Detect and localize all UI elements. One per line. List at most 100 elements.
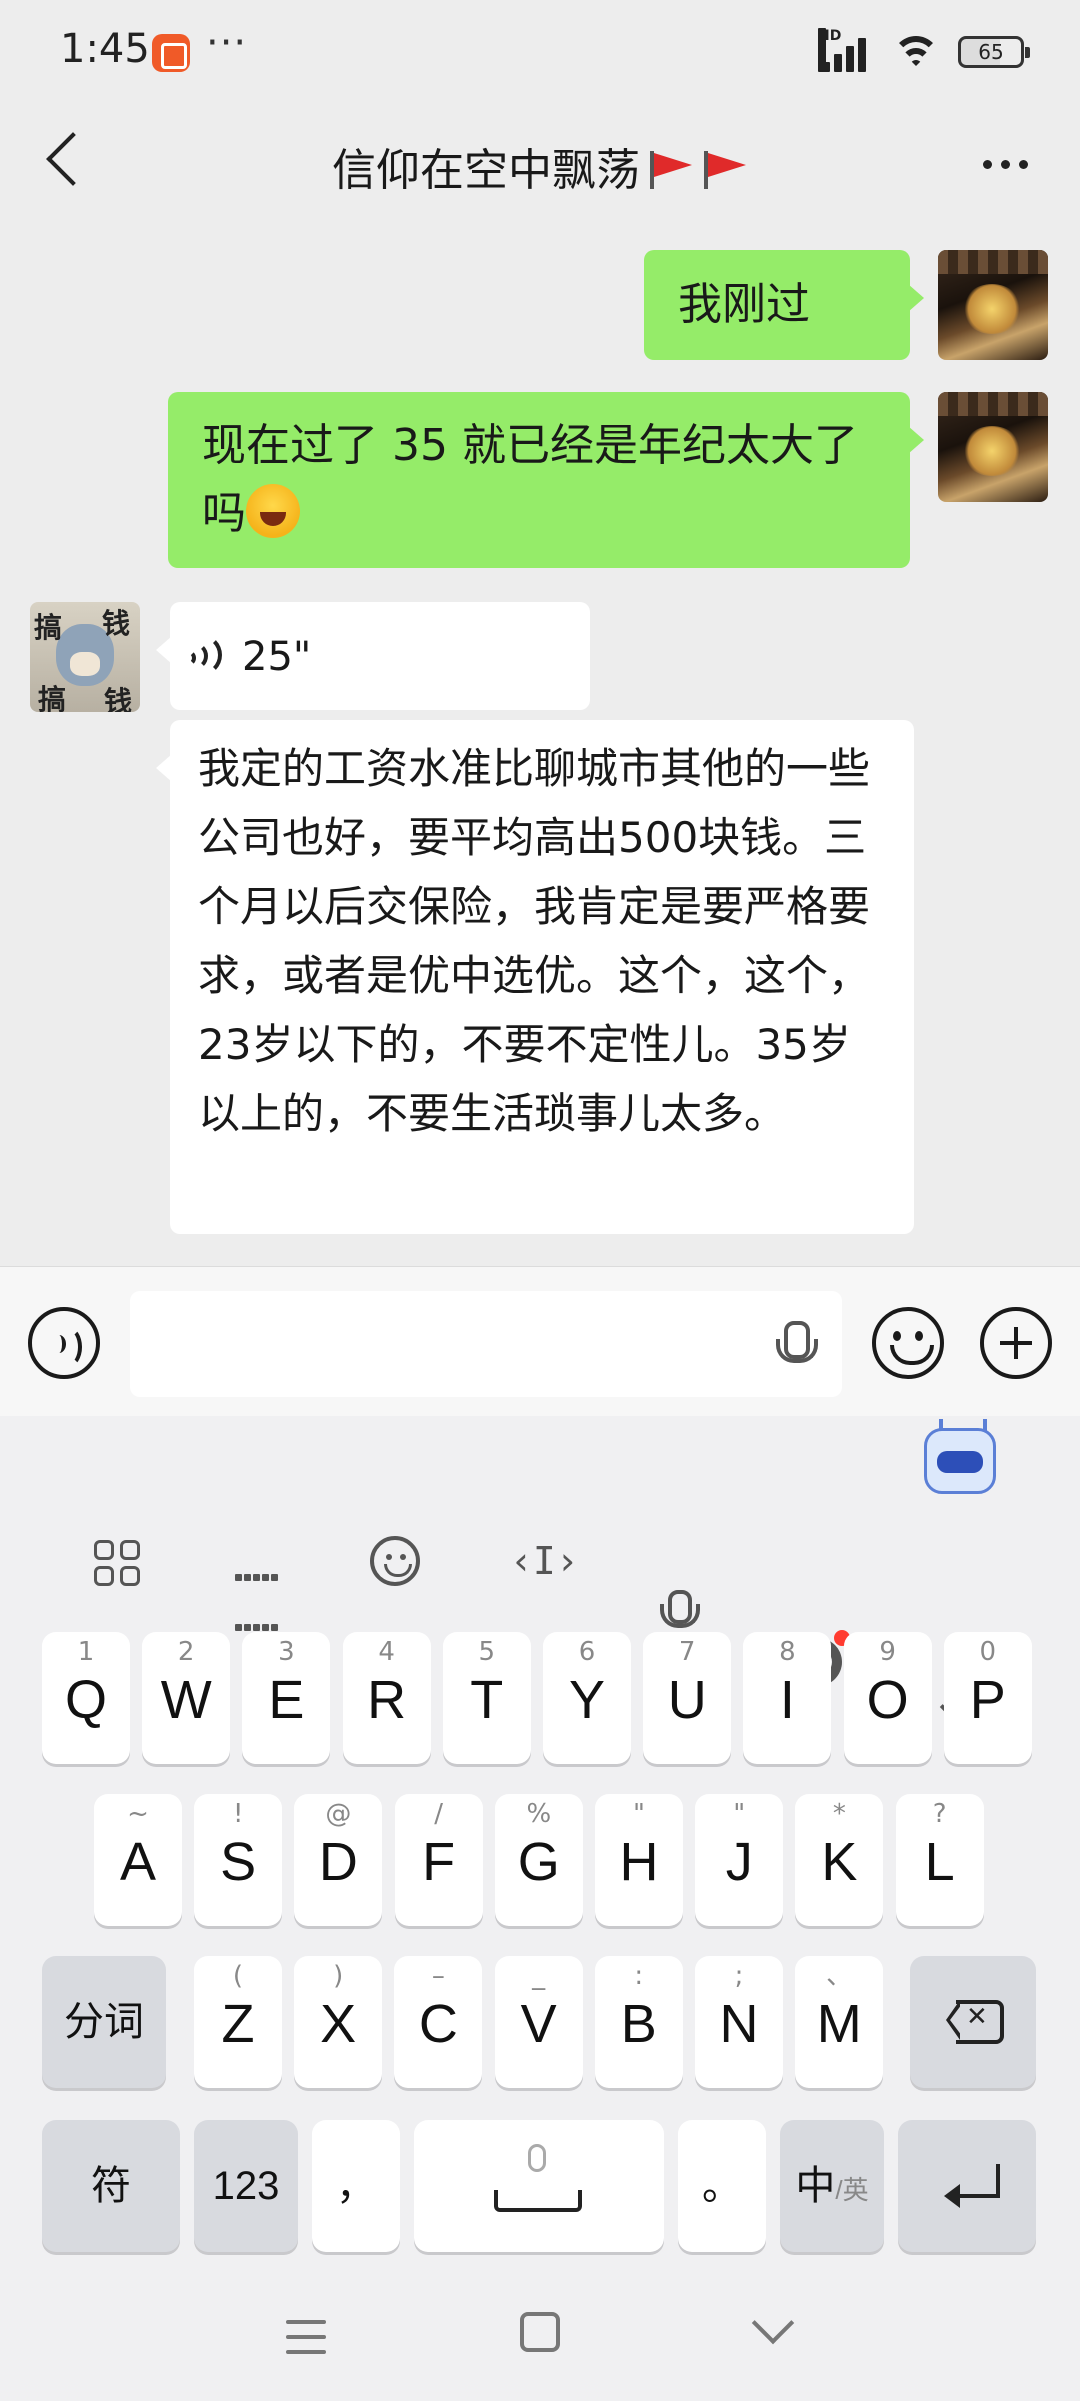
contact-avatar[interactable]: 搞 钱 搞 钱 bbox=[30, 602, 140, 712]
system-nav-bar bbox=[0, 2270, 1080, 2401]
key-a[interactable]: ~ A bbox=[94, 1794, 182, 1926]
key-secondary-label: ! bbox=[232, 1799, 244, 1829]
key-secondary-label: : bbox=[634, 1961, 644, 1991]
key-l[interactable]: ? L bbox=[895, 1794, 984, 1926]
message-input[interactable] bbox=[130, 1291, 842, 1397]
key-secondary-label: 5 bbox=[478, 1637, 496, 1667]
key-k[interactable]: * K bbox=[795, 1794, 884, 1926]
space-mic-icon bbox=[528, 2144, 546, 2172]
key-v[interactable]: _ V bbox=[494, 1956, 583, 2088]
key-o[interactable]: 9O bbox=[843, 1632, 932, 1764]
key-primary-label: C bbox=[418, 1994, 458, 2054]
text-cursor-icon[interactable]: ‹I› bbox=[510, 1536, 579, 1586]
key-primary-label: W bbox=[160, 1670, 212, 1730]
space-key[interactable] bbox=[414, 2120, 664, 2252]
number-key[interactable]: 123 bbox=[194, 2120, 298, 2252]
chat-title: 信仰在空中飘荡 bbox=[0, 134, 1080, 198]
message-list[interactable]: 我刚过 35 现在过了 35 就已经是年纪太大了吗 搞 钱 搞 钱 25" 我定… bbox=[0, 228, 1080, 1266]
key-primary-label: K bbox=[821, 1832, 858, 1892]
self-avatar[interactable] bbox=[938, 250, 1048, 360]
key-secondary-label: 1 bbox=[77, 1637, 95, 1667]
emoji-button[interactable] bbox=[872, 1307, 944, 1379]
home-icon[interactable] bbox=[520, 2312, 560, 2352]
key-d[interactable]: @ D bbox=[294, 1794, 383, 1926]
segment-key[interactable]: 分词 bbox=[42, 1956, 166, 2088]
back-nav-icon[interactable] bbox=[751, 2301, 795, 2345]
key-secondary-label: 2 bbox=[177, 1637, 195, 1667]
wifi-icon bbox=[892, 32, 940, 72]
key-primary-label: P bbox=[969, 1670, 1006, 1730]
app-notification-icon bbox=[152, 34, 190, 72]
enter-key[interactable] bbox=[898, 2120, 1036, 2252]
key-j[interactable]: " J bbox=[695, 1794, 784, 1926]
key-primary-label: U bbox=[667, 1670, 707, 1730]
backspace-icon-body bbox=[944, 2000, 1004, 2044]
recent-apps-icon[interactable] bbox=[286, 2320, 326, 2354]
key-y[interactable]: 6Y bbox=[543, 1632, 631, 1764]
backspace-key[interactable] bbox=[910, 1956, 1036, 2088]
key-secondary-label: ) bbox=[333, 1961, 344, 1991]
key-w[interactable]: 2W bbox=[142, 1632, 231, 1764]
apps-grid-icon[interactable] bbox=[88, 1536, 144, 1586]
key-f[interactable]: / F bbox=[394, 1794, 483, 1926]
key-e[interactable]: 3E bbox=[242, 1632, 331, 1764]
key-label: 符 bbox=[91, 2164, 131, 2208]
language-switch-key[interactable]: 中/英 bbox=[780, 2120, 884, 2252]
self-avatar[interactable] bbox=[938, 392, 1048, 502]
message-bubble-self[interactable]: 我刚过 35 bbox=[644, 250, 924, 440]
key-n[interactable]: ; N bbox=[695, 1956, 783, 2088]
space-icon bbox=[494, 2190, 582, 2212]
avatar-text: 搞 bbox=[34, 611, 63, 644]
key-primary-label: Z bbox=[221, 1994, 255, 2054]
key-primary-label: R bbox=[367, 1670, 407, 1730]
key-primary-label: F bbox=[422, 1832, 456, 1892]
key-i[interactable]: 8I bbox=[743, 1632, 832, 1764]
key-c[interactable]: – C bbox=[394, 1956, 483, 2088]
key-x[interactable]: ) X bbox=[294, 1956, 383, 2088]
key-u[interactable]: 7U bbox=[643, 1632, 732, 1764]
key-secondary-label: ; bbox=[734, 1961, 744, 1991]
message-bubble-other[interactable]: 我定的工资水准比聊城市其他的一些公司也好，要平均高出500块钱。三个月以后交保险… bbox=[156, 720, 914, 1234]
keyboard-layout-icon[interactable] bbox=[228, 1536, 284, 1631]
key-p[interactable]: 0P bbox=[943, 1632, 1032, 1764]
red-flag-icon bbox=[698, 149, 748, 189]
key-q[interactable]: 1Q bbox=[42, 1632, 130, 1764]
key-primary-label: M bbox=[816, 1994, 862, 2054]
assistant-robot-icon[interactable] bbox=[924, 1419, 996, 1494]
key-s[interactable]: ! S bbox=[194, 1794, 283, 1926]
key-secondary-label: _ bbox=[532, 1961, 546, 1991]
key-primary-label: O bbox=[866, 1670, 909, 1730]
key-r[interactable]: 4R bbox=[342, 1632, 431, 1764]
key-primary-label: T bbox=[470, 1670, 504, 1730]
voice-message-bubble[interactable]: 25" bbox=[156, 602, 590, 710]
key-primary-label: L bbox=[924, 1832, 955, 1892]
key-secondary-label: % bbox=[526, 1799, 552, 1829]
comma-key[interactable]: ， bbox=[312, 2120, 400, 2252]
more-options-icon[interactable] bbox=[983, 160, 1028, 169]
key-label: ， bbox=[336, 2164, 376, 2208]
voice-wave-icon bbox=[192, 634, 228, 676]
voice-mode-button[interactable] bbox=[28, 1307, 100, 1379]
laughing-crying-emoji-icon bbox=[246, 484, 300, 538]
key-m[interactable]: 、 M bbox=[795, 1956, 884, 2088]
avatar-text: 钱 bbox=[102, 607, 131, 640]
key-secondary-label: ~ bbox=[127, 1799, 149, 1829]
symbol-key[interactable]: 符 bbox=[42, 2120, 180, 2252]
lang-sub: /英 bbox=[835, 2175, 869, 2205]
voice-input-icon[interactable] bbox=[650, 1586, 706, 1636]
period-key[interactable]: 。 bbox=[678, 2120, 766, 2252]
key-secondary-label: 8 bbox=[779, 1637, 796, 1667]
message-bubble-self[interactable]: 现在过了 35 就已经是年纪太大了吗 bbox=[168, 392, 924, 568]
key-primary-label: I bbox=[779, 1670, 795, 1730]
key-primary-label: D bbox=[318, 1832, 358, 1892]
more-functions-button[interactable] bbox=[980, 1307, 1052, 1379]
key-h[interactable]: " H bbox=[595, 1794, 683, 1926]
key-t[interactable]: 5T bbox=[442, 1632, 531, 1764]
avatar-text: 搞 bbox=[38, 683, 67, 712]
key-g[interactable]: % G bbox=[494, 1794, 583, 1926]
key-z[interactable]: (Z bbox=[194, 1956, 282, 2088]
microphone-icon[interactable] bbox=[776, 1321, 818, 1369]
emoji-panel-icon[interactable] bbox=[370, 1536, 420, 1586]
key-b[interactable]: :B bbox=[594, 1956, 683, 2088]
key-primary-label: E bbox=[268, 1670, 305, 1730]
